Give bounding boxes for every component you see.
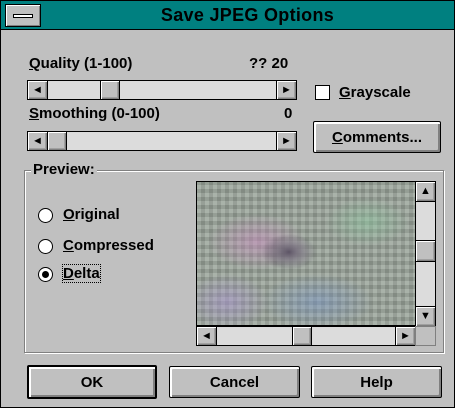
grayscale-label[interactable]: Grayscale	[339, 84, 411, 101]
preview-hscroll-thumb[interactable]	[292, 327, 312, 345]
cancel-button[interactable]: Cancel	[169, 366, 300, 398]
quality-slider[interactable]: ◄ ►	[27, 80, 297, 100]
left-arrow-icon[interactable]: ◄	[28, 81, 48, 99]
delta-label[interactable]: Delta	[62, 264, 101, 283]
quality-value: ?? 20	[249, 55, 289, 72]
preview-horizontal-scrollbar[interactable]: ◄ ►	[196, 326, 416, 346]
preview-vertical-scrollbar[interactable]: ▲ ▼	[415, 181, 436, 327]
compressed-label[interactable]: Compressed	[63, 237, 154, 254]
right-arrow-icon[interactable]: ►	[276, 132, 296, 150]
original-radio[interactable]	[38, 208, 53, 223]
quality-slider-thumb[interactable]	[100, 81, 120, 99]
preview-vscroll-thumb[interactable]	[416, 240, 435, 262]
quality-label: Quality (1-100)	[29, 55, 133, 72]
preview-group-label: Preview:	[31, 161, 97, 178]
smoothing-label: Smoothing (0-100)	[29, 105, 160, 122]
window-title: Save JPEG Options	[160, 5, 335, 25]
title-bar: Save JPEG Options	[1, 1, 454, 30]
down-arrow-icon[interactable]: ▼	[416, 306, 435, 326]
save-jpeg-options-dialog: Save JPEG Options Quality (1-100) ?? 20 …	[0, 0, 455, 408]
smoothing-slider-thumb[interactable]	[47, 132, 67, 150]
up-arrow-icon[interactable]: ▲	[416, 182, 435, 202]
help-button[interactable]: Help	[311, 366, 442, 398]
left-arrow-icon[interactable]: ◄	[28, 132, 48, 150]
radio-selected-dot	[42, 271, 49, 278]
left-arrow-icon[interactable]: ◄	[197, 327, 217, 345]
preview-image	[196, 181, 416, 326]
right-arrow-icon[interactable]: ►	[395, 327, 415, 345]
grayscale-checkbox[interactable]	[315, 85, 330, 100]
ok-button[interactable]: OK	[27, 365, 157, 399]
system-menu-button[interactable]	[5, 4, 41, 27]
compressed-radio[interactable]	[38, 239, 53, 254]
smoothing-slider[interactable]: ◄ ►	[27, 131, 297, 151]
scroll-corner	[415, 326, 436, 346]
delta-radio[interactable]	[38, 267, 53, 282]
system-menu-icon	[13, 14, 33, 18]
original-label[interactable]: Original	[63, 206, 120, 223]
right-arrow-icon[interactable]: ►	[276, 81, 296, 99]
comments-button[interactable]: Comments...	[313, 121, 441, 153]
smoothing-value: 0	[284, 105, 293, 122]
